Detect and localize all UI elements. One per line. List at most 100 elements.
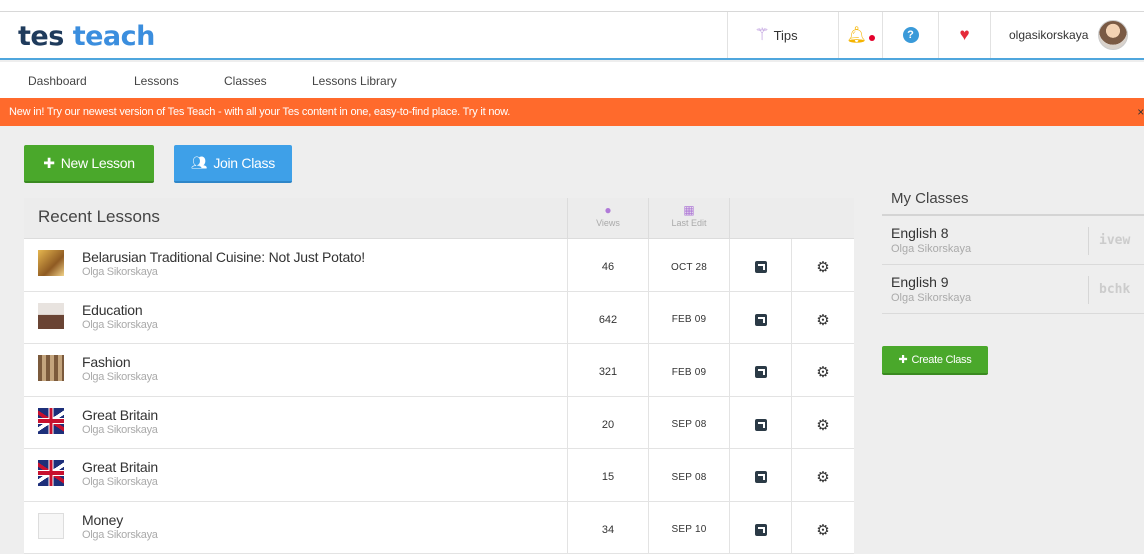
new-lesson-button[interactable]: ✚ New Lesson — [24, 145, 154, 183]
lesson-views: 34 — [567, 502, 648, 554]
favorites-button[interactable]: ♥ — [938, 12, 990, 58]
class-author: Olga Sikorskaya — [891, 243, 971, 255]
class-code: bchk — [1088, 276, 1130, 304]
lesson-date: OCT 28 — [648, 239, 729, 291]
lesson-views: 20 — [567, 397, 648, 449]
settings-button[interactable]: ⚙ — [791, 397, 854, 449]
nav-dashboard[interactable]: Dashboard — [28, 74, 87, 88]
lesson-views: 642 — [567, 292, 648, 344]
notifications-button[interactable]: 🔔︎ — [838, 12, 882, 58]
share-icon — [755, 314, 767, 326]
uk-flag-thumbnail — [38, 408, 64, 434]
gear-icon: ⚙ — [816, 311, 829, 329]
table-row[interactable]: Belarusian Traditional Cuisine: Not Just… — [24, 239, 854, 292]
lesson-date: FEB 09 — [648, 344, 729, 396]
settings-button[interactable]: ⚙ — [791, 292, 854, 344]
lesson-title[interactable]: Money — [82, 512, 123, 528]
class-item[interactable]: English 9 Olga Sikorskaya bchk — [882, 265, 1144, 314]
tes-teach-logo[interactable]: tes teach — [18, 21, 155, 52]
lesson-title[interactable]: Great Britain — [82, 459, 158, 475]
plus-icon: ✚ — [899, 353, 908, 366]
lesson-thumbnail — [38, 355, 64, 381]
table-row[interactable]: Money Olga Sikorskaya 34 SEP 10 ⚙ — [24, 502, 854, 554]
users-icon: 👥︎ — [191, 155, 207, 171]
lesson-thumbnail — [38, 303, 64, 329]
banner-text[interactable]: New in! Try our newest version of Tes Te… — [9, 106, 510, 118]
views-label: Views — [596, 218, 620, 228]
settings-button[interactable]: ⚙ — [791, 502, 854, 554]
table-row[interactable]: Great Britain Olga Sikorskaya 15 SEP 08 … — [24, 449, 854, 502]
gear-icon: ⚙ — [816, 363, 829, 381]
class-code: ivew — [1088, 227, 1130, 255]
close-icon[interactable]: × — [1137, 98, 1144, 126]
create-class-label: Create Class — [911, 354, 971, 366]
class-name[interactable]: English 8 — [891, 225, 949, 241]
share-button[interactable] — [729, 292, 791, 344]
main-nav: Dashboard Lessons Classes Lessons Librar… — [0, 62, 1144, 98]
join-class-label: Join Class — [213, 155, 275, 171]
recent-lessons-table: Recent Lessons ● Views ▦ Last Edit Belar… — [24, 198, 854, 554]
lesson-views: 321 — [567, 344, 648, 396]
lessons-header: Recent Lessons ● Views ▦ Last Edit — [24, 198, 854, 239]
gear-icon: ⚙ — [816, 521, 829, 539]
share-button[interactable] — [729, 397, 791, 449]
gear-icon: ⚙ — [816, 416, 829, 434]
lesson-date: SEP 10 — [648, 502, 729, 554]
lesson-date: SEP 08 — [648, 449, 729, 501]
settings-button[interactable]: ⚙ — [791, 344, 854, 396]
table-row[interactable]: Great Britain Olga Sikorskaya 20 SEP 08 … — [24, 397, 854, 450]
share-icon — [755, 524, 767, 536]
last-edit-column-header[interactable]: ▦ Last Edit — [648, 198, 729, 239]
class-author: Olga Sikorskaya — [891, 292, 971, 304]
calendar-icon: ▦ — [649, 204, 729, 216]
app-header: tes teach ⚚ Tips 🔔︎ ? ♥ olgasikorskaya — [0, 12, 1144, 60]
settings-button[interactable]: ⚙ — [791, 239, 854, 291]
lesson-title[interactable]: Education — [82, 302, 142, 318]
nav-lessons-library[interactable]: Lessons Library — [312, 74, 397, 88]
table-row[interactable]: Fashion Olga Sikorskaya 321 FEB 09 ⚙ — [24, 344, 854, 397]
table-row[interactable]: Education Olga Sikorskaya 642 FEB 09 ⚙ — [24, 292, 854, 345]
top-strip — [0, 0, 1144, 12]
announcement-banner[interactable]: New in! Try our newest version of Tes Te… — [0, 98, 1144, 126]
lesson-thumbnail — [38, 513, 64, 539]
settings-button[interactable]: ⚙ — [791, 449, 854, 501]
bell-icon: 🔔︎ — [846, 25, 866, 45]
my-classes-title: My Classes — [882, 184, 1144, 216]
tips-button[interactable]: ⚚ Tips — [727, 12, 824, 58]
share-icon — [755, 366, 767, 378]
uk-flag-thumbnail — [38, 460, 64, 486]
class-name[interactable]: English 9 — [891, 274, 949, 290]
username: olgasikorskaya — [1009, 28, 1088, 42]
share-button[interactable] — [729, 344, 791, 396]
views-column-header[interactable]: ● Views — [567, 198, 648, 239]
logo-teach: teach — [73, 21, 155, 52]
user-menu[interactable]: olgasikorskaya — [990, 12, 1144, 58]
gear-icon: ⚙ — [816, 258, 829, 276]
lesson-views: 46 — [567, 239, 648, 291]
lesson-title[interactable]: Fashion — [82, 354, 130, 370]
nav-classes[interactable]: Classes — [224, 74, 267, 88]
create-class-button[interactable]: ✚ Create Class — [882, 346, 988, 375]
new-lesson-label: New Lesson — [61, 155, 135, 171]
share-button[interactable] — [729, 502, 791, 554]
gear-icon: ⚙ — [816, 468, 829, 486]
class-item[interactable]: English 8 Olga Sikorskaya ivew — [882, 216, 1144, 265]
join-class-button[interactable]: 👥︎ Join Class — [174, 145, 292, 183]
share-button[interactable] — [729, 239, 791, 291]
share-icon — [755, 419, 767, 431]
avatar — [1098, 20, 1128, 50]
lesson-title[interactable]: Belarusian Traditional Cuisine: Not Just… — [82, 249, 365, 265]
notification-dot — [869, 35, 875, 41]
help-button[interactable]: ? — [882, 12, 938, 58]
last-edit-label: Last Edit — [671, 218, 706, 228]
share-icon — [755, 471, 767, 483]
lesson-thumbnail — [38, 250, 64, 276]
my-classes-panel: My Classes English 8 Olga Sikorskaya ive… — [882, 184, 1144, 314]
lesson-author: Olga Sikorskaya — [82, 529, 158, 541]
lesson-author: Olga Sikorskaya — [82, 319, 158, 331]
nav-lessons[interactable]: Lessons — [134, 74, 179, 88]
logo-tes: tes — [18, 21, 64, 52]
lesson-date: FEB 09 — [648, 292, 729, 344]
lesson-title[interactable]: Great Britain — [82, 407, 158, 423]
share-button[interactable] — [729, 449, 791, 501]
